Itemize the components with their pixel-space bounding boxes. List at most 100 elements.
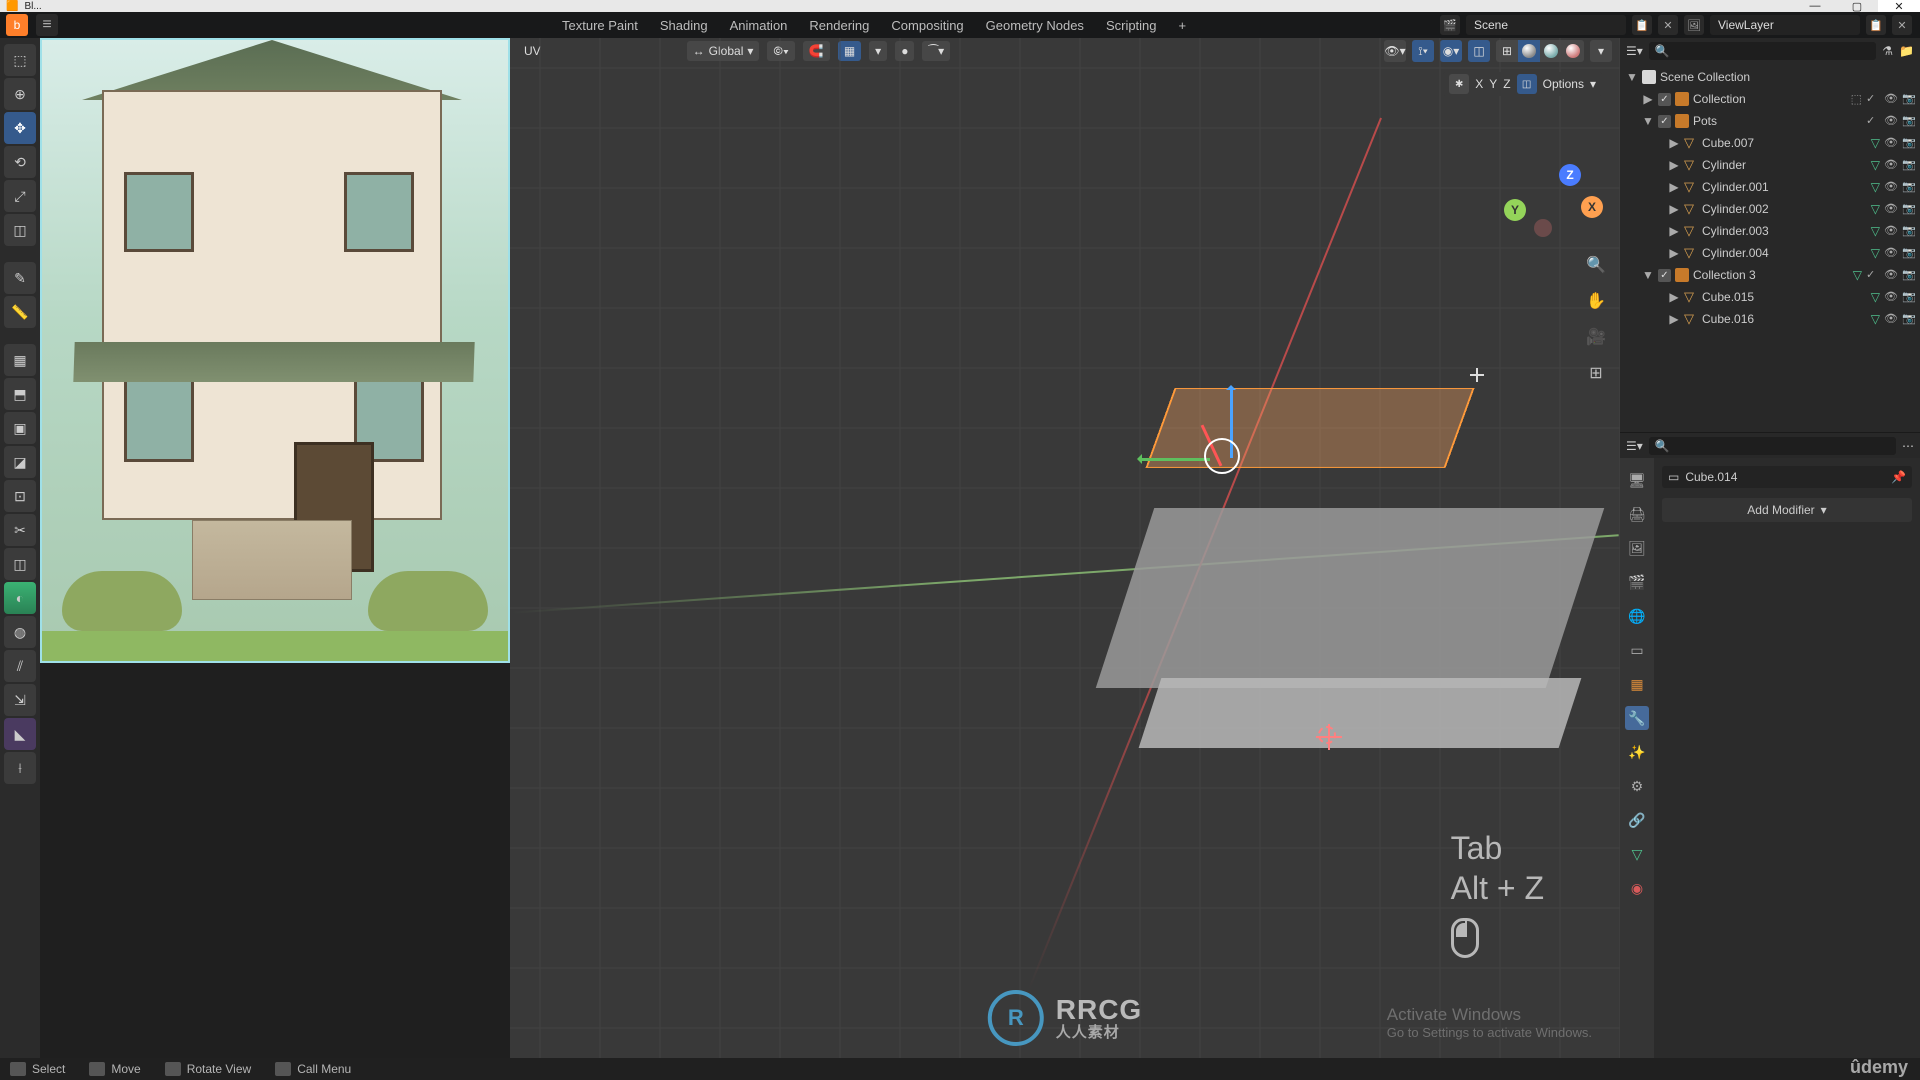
tab-mesh[interactable]: ▽ [1625, 842, 1649, 866]
tree-item-cube007[interactable]: ▶ ▽ Cube.007 ▽ 👁📷 [1624, 132, 1916, 154]
tab-output[interactable]: 🖨 [1625, 502, 1649, 526]
model-wall[interactable] [1096, 508, 1604, 688]
disclosure-icon[interactable]: ▼ [1642, 268, 1654, 282]
disclosure-icon[interactable]: ▶ [1668, 180, 1680, 194]
hide-icon[interactable]: 👁 [1884, 114, 1898, 128]
tab-modifiers[interactable]: 🔧 [1625, 706, 1649, 730]
3d-cursor[interactable] [1318, 726, 1336, 744]
add-modifier-dropdown[interactable]: Add Modifier ▾ [1662, 498, 1912, 522]
viewlayer-name-field[interactable]: ViewLayer [1710, 15, 1860, 35]
butterfly-icon[interactable]: ✱ [1449, 74, 1469, 94]
tab-physics[interactable]: ⚙ [1625, 774, 1649, 798]
tool-rip[interactable]: ⟊ [4, 752, 36, 784]
scene-browse-icon[interactable]: 🎬 [1440, 15, 1460, 35]
disclosure-icon[interactable]: ▼ [1642, 114, 1654, 128]
tab-scene[interactable]: 🎬 [1625, 570, 1649, 594]
tool-shear[interactable]: ◣ [4, 718, 36, 750]
render-icon[interactable]: 📷 [1902, 92, 1916, 106]
overlay-z[interactable]: Z [1503, 77, 1510, 91]
disclosure-icon[interactable]: ▼ [1626, 70, 1638, 84]
hide-icon[interactable]: 👁 [1884, 268, 1898, 282]
overlay-options[interactable]: Options [1543, 77, 1584, 91]
tab-shading[interactable]: Shading [660, 18, 708, 33]
hide-icon[interactable]: 👁 [1884, 224, 1898, 238]
render-icon[interactable]: 📷 [1902, 224, 1916, 238]
nav-gizmo-x[interactable]: X [1581, 196, 1603, 218]
gizmo-center-ring[interactable] [1204, 438, 1240, 474]
tab-animation[interactable]: Animation [730, 18, 788, 33]
tool-shrink[interactable]: ⇲ [4, 684, 36, 716]
tool-transform[interactable]: ◫ [4, 214, 36, 246]
window-maximize-button[interactable]: ▢ [1836, 0, 1878, 12]
tool-measure[interactable]: 📏 [4, 296, 36, 328]
disclosure-icon[interactable]: ▶ [1642, 92, 1654, 106]
viewlayer-browse-icon[interactable]: 🖼 [1684, 15, 1704, 35]
tool-scale[interactable]: ⤢ [4, 180, 36, 212]
hide-icon[interactable]: 👁 [1884, 202, 1898, 216]
outliner-search[interactable]: 🔍 [1649, 42, 1877, 60]
tab-object2[interactable]: ▦ [1625, 672, 1649, 696]
tool-rotate[interactable]: ⟲ [4, 146, 36, 178]
hide-icon[interactable]: 👁 [1884, 158, 1898, 172]
exclude-icon[interactable]: ✓ [1866, 114, 1880, 128]
scene-delete-icon[interactable]: ✕ [1658, 15, 1678, 35]
window-close-button[interactable]: ✕ [1878, 0, 1920, 12]
properties-breadcrumb[interactable]: ▭ Cube.014 📌 [1662, 466, 1912, 488]
collection-checkbox[interactable]: ✓ [1658, 269, 1671, 282]
tab-constraints[interactable]: 🔗 [1625, 808, 1649, 832]
collection-checkbox[interactable]: ✓ [1658, 115, 1671, 128]
model-base[interactable] [1139, 678, 1582, 748]
tree-item-cylinder004[interactable]: ▶ ▽ Cylinder.004 ▽ 👁📷 [1624, 242, 1916, 264]
render-icon[interactable]: 📷 [1902, 312, 1916, 326]
render-icon[interactable]: 📷 [1902, 268, 1916, 282]
pin-icon[interactable]: 📌 [1891, 470, 1906, 484]
tab-object[interactable]: ▭ [1625, 638, 1649, 662]
selected-face[interactable] [1145, 388, 1474, 468]
tab-render[interactable]: 🖥 [1625, 468, 1649, 492]
tool-select[interactable]: ⬚ [4, 44, 36, 76]
tree-item-cylinder002[interactable]: ▶ ▽ Cylinder.002 ▽ 👁📷 [1624, 198, 1916, 220]
render-icon[interactable]: 📷 [1902, 180, 1916, 194]
properties-search[interactable]: 🔍 [1649, 437, 1896, 455]
tool-spin[interactable]: ◐ [4, 582, 36, 614]
new-collection-icon[interactable]: 📁 [1899, 44, 1914, 58]
zoom-icon[interactable]: 🔍 [1584, 253, 1608, 277]
overlay-x[interactable]: X [1475, 77, 1483, 91]
render-icon[interactable]: 📷 [1902, 202, 1916, 216]
tab-geometry-nodes[interactable]: Geometry Nodes [986, 18, 1084, 33]
disclosure-icon[interactable]: ▶ [1668, 158, 1680, 172]
render-icon[interactable]: 📷 [1902, 136, 1916, 150]
disclosure-icon[interactable]: ▶ [1668, 136, 1680, 150]
render-icon[interactable]: 📷 [1902, 158, 1916, 172]
tab-add[interactable]: + [1179, 18, 1187, 33]
disclosure-icon[interactable]: ▶ [1668, 312, 1680, 326]
tab-world[interactable]: 🌐 [1625, 604, 1649, 628]
overlay-proportional[interactable]: ◫ [1517, 74, 1537, 94]
outliner-type-icon[interactable]: ☰▾ [1626, 44, 1643, 58]
window-minimize-button[interactable]: — [1794, 0, 1836, 12]
hide-icon[interactable]: 👁 [1884, 180, 1898, 194]
disclosure-icon[interactable]: ▶ [1668, 290, 1680, 304]
tree-collection[interactable]: ▶ ✓ Collection ⬚ ✓👁📷 [1624, 88, 1916, 110]
tree-collection3[interactable]: ▼ ✓ Collection 3 ▽ ✓👁📷 [1624, 264, 1916, 286]
tool-cursor[interactable]: ⊕ [4, 78, 36, 110]
tool-loop-cut[interactable]: ⊡ [4, 480, 36, 512]
3d-viewport[interactable]: UV ↔ Global ▾ ⦾▾ 🧲 ▦ ▾ ● ⁀▾ 👁▾ ⟟▾ ◉▾ ◫ ⊞ [510, 38, 1620, 1058]
tab-scripting[interactable]: Scripting [1106, 18, 1157, 33]
hide-icon[interactable]: 👁 [1884, 136, 1898, 150]
disclosure-icon[interactable]: ▶ [1668, 202, 1680, 216]
tool-knife[interactable]: ✂ [4, 514, 36, 546]
tree-item-cube015[interactable]: ▶ ▽ Cube.015 ▽ 👁📷 [1624, 286, 1916, 308]
exclude-icon[interactable]: ✓ [1866, 92, 1880, 106]
tool-edge-slide[interactable]: ⫽ [4, 650, 36, 682]
tree-item-cube016[interactable]: ▶ ▽ Cube.016 ▽ 👁📷 [1624, 308, 1916, 330]
scene-new-icon[interactable]: 📋 [1632, 15, 1652, 35]
tab-rendering[interactable]: Rendering [809, 18, 869, 33]
render-icon[interactable]: 📷 [1902, 290, 1916, 304]
render-icon[interactable]: 📷 [1902, 246, 1916, 260]
hide-icon[interactable]: 👁 [1884, 290, 1898, 304]
tool-extrude[interactable]: ⬒ [4, 378, 36, 410]
hide-icon[interactable]: 👁 [1884, 92, 1898, 106]
viewlayer-delete-icon[interactable]: ✕ [1892, 15, 1912, 35]
nav-gizmo-z[interactable]: Z [1559, 164, 1581, 186]
